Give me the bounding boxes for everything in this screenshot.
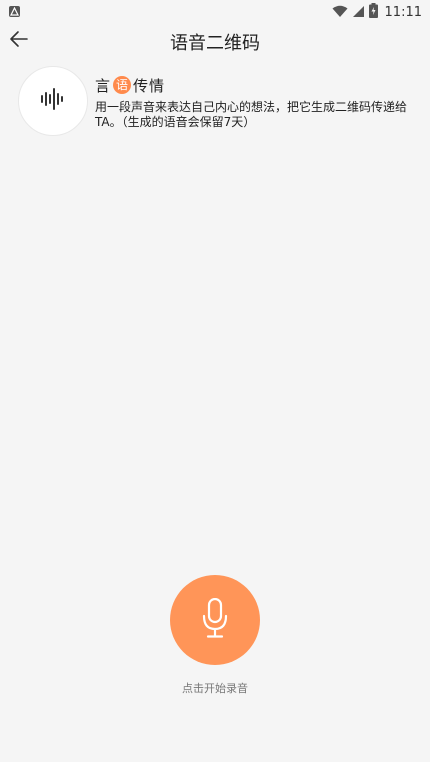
microphone-icon <box>202 597 228 642</box>
page-title: 语音二维码 <box>170 33 260 54</box>
description-text: 用一段声音来表达自己内心的想法，把它生成二维码传递给TA。（生成的语音会保留7天… <box>95 100 408 129</box>
wifi-icon <box>332 3 348 22</box>
status-time: 11:11 <box>384 4 422 20</box>
battery-icon <box>368 2 378 22</box>
signal-icon <box>352 3 365 22</box>
app-bar: 语音二维码 <box>0 24 430 60</box>
notification-icon <box>9 6 20 17</box>
sound-wave-icon <box>40 88 66 114</box>
record-label: 点击开始录音 <box>182 682 248 695</box>
app-logo <box>18 66 88 136</box>
status-bar: 11:11 <box>0 0 430 24</box>
brand-text-after: 传情 <box>133 76 166 95</box>
brand-title: 言 语 传情 <box>95 75 165 95</box>
brand-text-before: 言 <box>95 76 112 95</box>
intro-card: 言 语 传情 用一段声音来表达自己内心的想法，把它生成二维码传递给TA。（生成的… <box>18 66 418 138</box>
record-button[interactable] <box>170 575 260 665</box>
brand-highlight: 语 <box>113 76 132 94</box>
